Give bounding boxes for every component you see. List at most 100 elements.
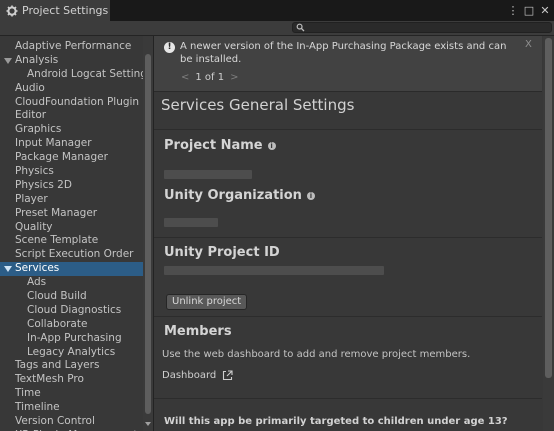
sidebar-item-textmesh-pro[interactable]: TextMesh Pro (0, 373, 143, 387)
sidebar-item-preset-manager[interactable]: Preset Manager (0, 207, 143, 221)
page-title: Services General Settings (161, 96, 355, 114)
sidebar-item-label: Android Logcat Settings (27, 67, 153, 80)
sidebar-item-label: Graphics (15, 123, 62, 136)
sidebar-item-scene-template[interactable]: Scene Template (0, 234, 143, 248)
sidebar-item-label: Package Manager (15, 151, 108, 164)
external-link-icon[interactable] (222, 370, 233, 381)
sidebar-item-audio[interactable]: Audio (0, 82, 143, 96)
sidebar-item-label: Cloud Diagnostics (27, 303, 122, 316)
sidebar-item-label: Input Manager (15, 137, 92, 150)
sidebar-item-label: TextMesh Pro (15, 373, 84, 386)
members-section: Members Use the web dashboard to add and… (154, 316, 542, 397)
more-icon[interactable]: ⋮ (508, 4, 519, 17)
children-question: Will this app be primarily targeted to c… (164, 416, 508, 427)
notice-close-button[interactable]: X (525, 39, 532, 50)
sidebar-item-label: Tags and Layers (15, 359, 100, 372)
sidebar-item-package-manager[interactable]: Package Manager (0, 151, 143, 165)
toolbar (0, 21, 554, 36)
sidebar-item-player[interactable]: Player (0, 193, 143, 207)
main-scroll-thumb[interactable] (545, 38, 552, 378)
sidebar-item-tags-and-layers[interactable]: Tags and Layers (0, 359, 143, 373)
sidebar-item-script-execution-order[interactable]: Script Execution Order (0, 248, 143, 262)
unlink-project-button[interactable]: Unlink project (166, 294, 248, 310)
update-notice: ! A newer version of the In-App Purchasi… (154, 36, 542, 92)
project-name-value-redacted (164, 170, 252, 179)
sidebar-item-analysis[interactable]: Analysis (0, 54, 143, 68)
sidebar-item-label: Scene Template (15, 234, 99, 247)
organization-label: Unity Organization (164, 188, 302, 203)
close-icon[interactable]: ✕ (540, 4, 550, 17)
divider (154, 398, 542, 400)
sidebar-item-label: Physics 2D (15, 178, 72, 191)
pager-prev-button[interactable]: < (181, 72, 189, 83)
sidebar-item-label: Quality (15, 220, 53, 233)
sidebar-item-ads[interactable]: Ads (0, 276, 143, 290)
expand-caret-icon[interactable] (4, 266, 12, 273)
sidebar-item-timeline[interactable]: Timeline (0, 401, 143, 415)
search-icon (296, 23, 305, 32)
sidebar-item-label: In-App Purchasing (27, 331, 122, 344)
sidebar-item-cloud-diagnostics[interactable]: Cloud Diagnostics (0, 304, 143, 318)
sidebar-item-services[interactable]: Services (0, 262, 143, 277)
organization-heading: Unity Organization i (164, 188, 315, 203)
sidebar-item-label: Script Execution Order (15, 248, 134, 261)
sidebar-item-editor[interactable]: Editor (0, 109, 143, 123)
sidebar-scrollbar[interactable] (143, 36, 153, 431)
sidebar-item-time[interactable]: Time (0, 387, 143, 401)
dashboard-link-label[interactable]: Dashboard (162, 370, 216, 381)
sidebar-item-physics-2d[interactable]: Physics 2D (0, 179, 143, 193)
sidebar-item-collaborate[interactable]: Collaborate (0, 318, 143, 332)
sidebar-item-label: Collaborate (27, 317, 88, 330)
sidebar-item-label: Ads (27, 276, 47, 289)
sidebar-item-adaptive-performance[interactable]: Adaptive Performance (0, 40, 143, 54)
alert-icon: ! (164, 42, 175, 53)
sidebar-item-cloudfoundation-plugin[interactable]: CloudFoundation Plugin (0, 96, 143, 110)
settings-nav-list: Adaptive Performance Analysis Android Logc… (0, 40, 152, 431)
project-name-label: Project Name (164, 138, 263, 153)
members-description: Use the web dashboard to add and remove … (162, 349, 471, 360)
sidebar-item-label: Preset Manager (15, 206, 98, 219)
sidebar-item-label: Cloud Build (27, 290, 87, 303)
sidebar-item-cloud-build[interactable]: Cloud Build (0, 290, 143, 304)
organization-section: Unity Organization i (154, 186, 542, 238)
search-input[interactable] (307, 23, 547, 32)
pager-label: 1 of 1 (195, 72, 225, 83)
project-name-section: Project Name i (154, 129, 542, 186)
project-name-heading: Project Name i (164, 138, 276, 153)
sidebar-item-in-app-purchasing[interactable]: In-App Purchasing (0, 332, 143, 346)
sidebar-item-label: Analysis (15, 53, 59, 66)
sidebar-item-label: Player (15, 192, 48, 205)
sidebar-scroll-thumb[interactable] (145, 54, 151, 414)
scroll-down-arrow-icon[interactable] (145, 422, 151, 426)
sidebar-item-label: Legacy Analytics (27, 345, 116, 358)
sidebar-item-android-logcat-settings[interactable]: Android Logcat Settings (0, 68, 152, 82)
sidebar-item-legacy-analytics[interactable]: Legacy Analytics (0, 346, 143, 360)
pager-next-button[interactable]: > (230, 72, 238, 83)
sidebar-item-label: Physics (15, 165, 54, 178)
sidebar-item-label: Services (15, 262, 60, 275)
window-controls: ⋮ □ ✕ (508, 0, 550, 21)
main-scrollbar[interactable] (543, 36, 554, 431)
sidebar-item-graphics[interactable]: Graphics (0, 123, 143, 137)
sidebar-item-label: Editor (15, 109, 47, 122)
sidebar-item-label: Version Control (15, 415, 95, 428)
gear-icon (6, 5, 18, 17)
sidebar-item-label: Audio (15, 81, 45, 94)
title-bar: Project Settings ⋮ □ ✕ (0, 0, 554, 21)
sidebar-item-label: CloudFoundation Plugin (15, 95, 140, 108)
expand-caret-icon[interactable] (4, 57, 12, 64)
info-icon: i (306, 191, 315, 200)
sidebar-item-input-manager[interactable]: Input Manager (0, 137, 143, 151)
organization-value-redacted (164, 218, 218, 227)
sidebar-item-version-control[interactable]: Version Control (0, 415, 143, 429)
sidebar-item-physics[interactable]: Physics (0, 165, 143, 179)
project-settings-tab[interactable]: Project Settings (0, 0, 110, 21)
settings-sidebar: Adaptive Performance Analysis Android Logc… (0, 36, 154, 431)
sidebar-item-label: Adaptive Performance (15, 40, 132, 52)
sidebar-item-label: Time (15, 387, 41, 400)
dashboard-link[interactable]: Dashboard (162, 370, 233, 381)
maximize-icon[interactable]: □ (524, 4, 534, 17)
info-icon: i (267, 141, 276, 150)
search-box[interactable] (292, 22, 552, 33)
sidebar-item-quality[interactable]: Quality (0, 221, 143, 235)
